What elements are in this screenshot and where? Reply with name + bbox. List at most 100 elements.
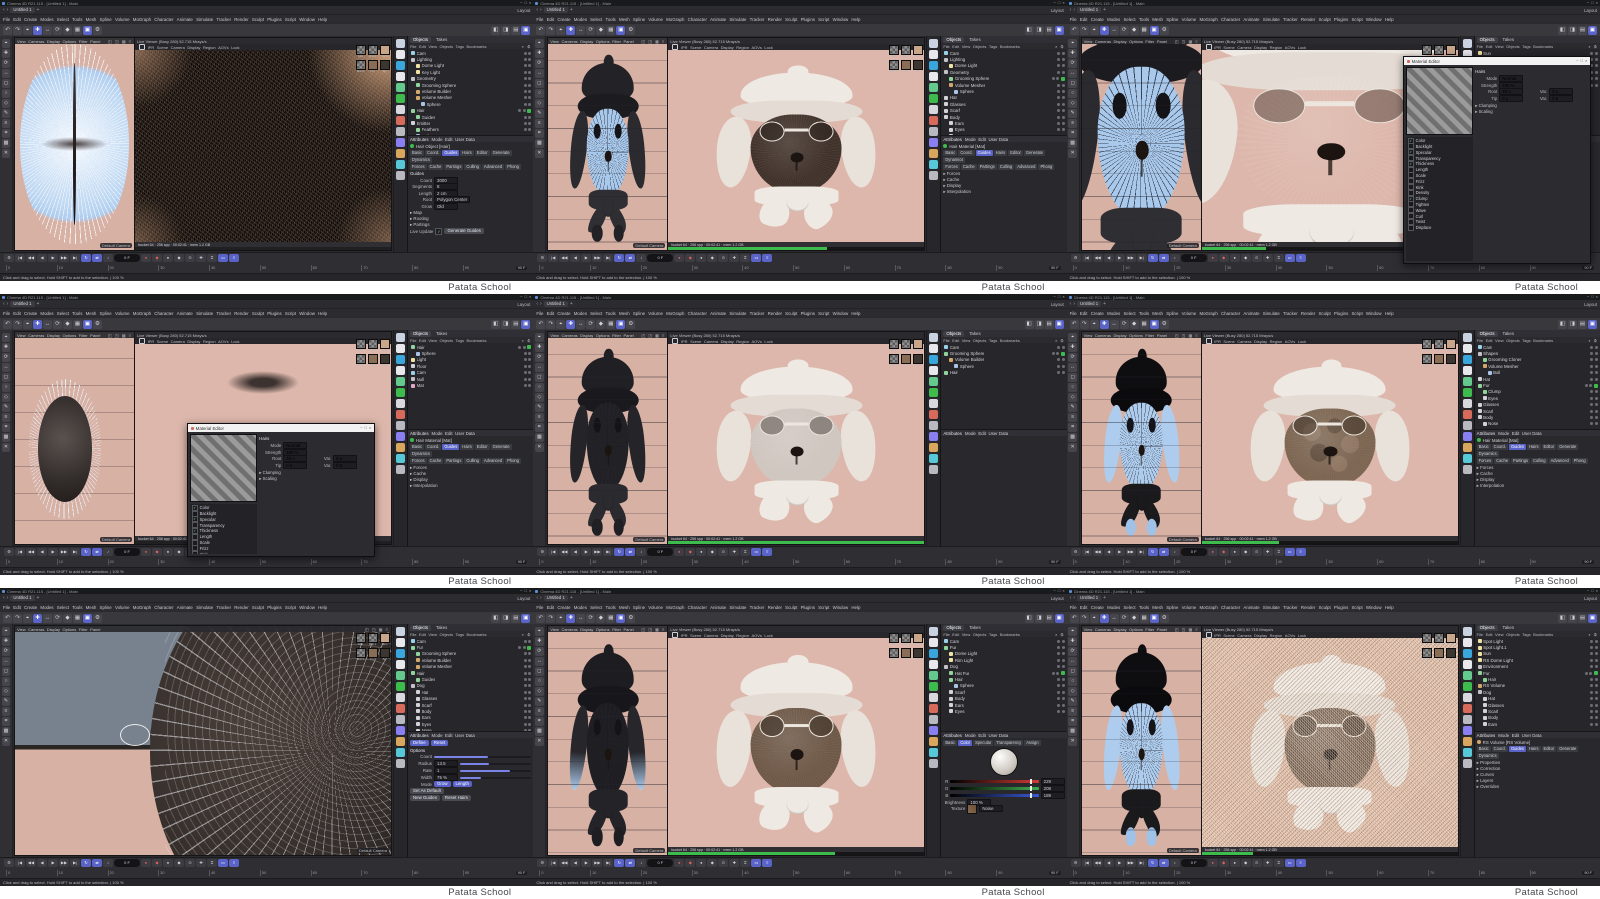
attribute-tab[interactable]: Guides bbox=[1508, 746, 1526, 752]
snap-icon[interactable] bbox=[1462, 39, 1472, 48]
render-dot-icon[interactable] bbox=[1061, 371, 1065, 375]
menu-item[interactable]: Filter bbox=[612, 333, 621, 338]
material-thumbnail[interactable] bbox=[355, 647, 366, 658]
water-sim-icon[interactable] bbox=[929, 61, 939, 70]
material-thumbnail[interactable] bbox=[1422, 353, 1433, 364]
field-value[interactable]: 0.5 bbox=[333, 461, 358, 469]
menu-item[interactable]: Animate bbox=[1243, 605, 1259, 610]
menu-item[interactable]: View bbox=[17, 627, 26, 632]
render-dot-icon[interactable] bbox=[1061, 121, 1065, 125]
menu-item[interactable]: Modes bbox=[1107, 17, 1120, 22]
visibility-dot-icon[interactable] bbox=[1590, 396, 1594, 400]
menu-item[interactable]: Volume bbox=[1182, 605, 1197, 610]
layout-rows-icon[interactable]: ▤ bbox=[511, 613, 521, 623]
render-dot-icon[interactable] bbox=[528, 658, 532, 662]
live-selection-icon[interactable]: ⌖ bbox=[23, 25, 32, 35]
menu-item[interactable]: Mesh bbox=[86, 17, 97, 22]
transport-button[interactable]: ● bbox=[163, 859, 173, 867]
layout-split-icon[interactable]: ◧ bbox=[1557, 25, 1567, 35]
menu-item[interactable]: Help bbox=[318, 605, 327, 610]
transport-button[interactable]: ◀ bbox=[570, 548, 581, 556]
transport-button[interactable]: ✚ bbox=[196, 254, 206, 262]
redo-icon[interactable]: ↷ bbox=[13, 25, 22, 35]
magic-icon[interactable] bbox=[396, 726, 405, 735]
transport-button[interactable]: ⚙ bbox=[1070, 548, 1081, 556]
render-view[interactable]: Live Viewer (Busy 280) 52.715 Mrays/s IP… bbox=[668, 37, 926, 251]
menu-item[interactable]: Scene bbox=[1223, 633, 1234, 638]
render-settings-icon[interactable]: ⚙ bbox=[626, 319, 636, 329]
transport-button[interactable]: ◆ bbox=[1218, 254, 1229, 262]
grid-icon[interactable]: ⌗ bbox=[1, 129, 11, 138]
render-dot-icon[interactable] bbox=[1594, 703, 1598, 707]
attribute-tab[interactable]: Dynamics bbox=[410, 157, 432, 163]
transport-button[interactable]: ↻ bbox=[81, 254, 91, 262]
menu-item[interactable]: Objects bbox=[973, 44, 987, 49]
square-tool-icon[interactable] bbox=[929, 638, 939, 647]
camera-chip[interactable]: Default Camera bbox=[633, 537, 666, 542]
menu-item[interactable]: Objects bbox=[1506, 44, 1520, 49]
menu-item[interactable]: Render bbox=[1301, 17, 1315, 22]
attribute-tab[interactable]: Dynamics bbox=[410, 451, 432, 457]
menu-item[interactable]: Sculpt bbox=[252, 17, 264, 22]
menu-item[interactable]: Spline bbox=[100, 17, 112, 22]
menu-item[interactable]: Mode bbox=[432, 733, 443, 738]
menu-item[interactable]: Display bbox=[1254, 633, 1267, 638]
menu-item[interactable]: Edit bbox=[978, 137, 986, 142]
misc-icon[interactable] bbox=[1462, 759, 1472, 768]
menu-item[interactable]: Mesh bbox=[86, 605, 97, 610]
visibility-dot-icon[interactable] bbox=[518, 109, 522, 113]
attribute-tab[interactable]: Editor bbox=[1541, 444, 1557, 451]
nav-back-icon[interactable]: ‹ bbox=[1070, 7, 1072, 13]
menu-item[interactable]: Create bbox=[557, 311, 570, 316]
transport-button[interactable]: ◀◀ bbox=[559, 859, 570, 867]
transport-button[interactable]: ● bbox=[674, 548, 685, 556]
render-dot-icon[interactable] bbox=[1061, 58, 1065, 62]
fire-sim-icon[interactable] bbox=[929, 116, 939, 125]
visibility-dot-icon[interactable] bbox=[523, 134, 527, 136]
menu-item[interactable]: Camera bbox=[1237, 633, 1251, 638]
viewport-layout-icons[interactable]: ◰ ◳ ▦ ≡ bbox=[641, 333, 665, 338]
visibility-dot-icon[interactable] bbox=[523, 658, 527, 662]
redo-icon[interactable]: ↷ bbox=[546, 613, 556, 623]
layout-split-icon[interactable]: ◧ bbox=[1024, 613, 1034, 623]
move-icon[interactable]: ✚ bbox=[1, 49, 11, 58]
menu-item[interactable]: Filter bbox=[612, 39, 621, 44]
menu-item[interactable]: User Data bbox=[455, 137, 475, 142]
material-thumbnail[interactable] bbox=[900, 59, 911, 70]
axis-icon[interactable]: ◇ bbox=[1068, 687, 1077, 696]
menu-item[interactable]: Display bbox=[187, 339, 200, 344]
visibility-dot-icon[interactable] bbox=[523, 358, 527, 362]
brush-icon[interactable]: ✎ bbox=[535, 109, 544, 118]
panel-toggle-icon[interactable]: ▣ bbox=[1587, 319, 1597, 329]
transport-button[interactable]: ● bbox=[141, 254, 151, 262]
gear-sim-icon[interactable] bbox=[1462, 399, 1472, 408]
light-icon[interactable] bbox=[929, 149, 939, 158]
menu-item[interactable]: AOVs bbox=[218, 339, 228, 344]
enabled-check-icon[interactable] bbox=[1060, 76, 1065, 81]
layout-rows-icon[interactable]: ▤ bbox=[1577, 613, 1587, 623]
menu-item[interactable]: Help bbox=[1385, 311, 1394, 316]
last-tool-icon[interactable]: ◆ bbox=[596, 25, 606, 35]
light-icon[interactable] bbox=[396, 443, 405, 452]
last-tool-icon[interactable]: ◆ bbox=[1129, 319, 1139, 329]
transport-button[interactable]: ▶| bbox=[70, 859, 80, 867]
viewport-layout-icons[interactable]: ◰ ◳ ▦ ≡ bbox=[1175, 39, 1199, 44]
layout-selector[interactable]: Layout bbox=[1584, 302, 1597, 307]
brush-icon[interactable]: ✎ bbox=[1, 109, 11, 118]
transport-button[interactable]: ◆ bbox=[1218, 548, 1229, 556]
menu-item[interactable]: Mesh bbox=[86, 311, 97, 316]
material-editor-dialog[interactable]: Material Editor − □ × ✓ Color Backlight ✓ Spec… bbox=[186, 423, 376, 558]
text-tool-icon[interactable] bbox=[929, 366, 939, 375]
visibility-dot-icon[interactable] bbox=[1590, 352, 1594, 356]
transport-button[interactable]: ⚙ bbox=[4, 859, 14, 867]
transport-button[interactable]: |◀ bbox=[548, 548, 559, 556]
transport-button[interactable]: ● bbox=[696, 254, 707, 262]
tree-icon[interactable] bbox=[1462, 377, 1472, 386]
visibility-dot-icon[interactable] bbox=[523, 58, 527, 62]
grass-hair-icon[interactable] bbox=[396, 388, 405, 397]
square-tool-icon[interactable] bbox=[396, 50, 405, 59]
transport-button[interactable]: ✚ bbox=[1262, 859, 1273, 867]
frame-icon[interactable]: ◻ bbox=[535, 79, 544, 88]
render-dot-icon[interactable] bbox=[1594, 364, 1598, 368]
render-dot-icon[interactable] bbox=[1594, 722, 1598, 726]
